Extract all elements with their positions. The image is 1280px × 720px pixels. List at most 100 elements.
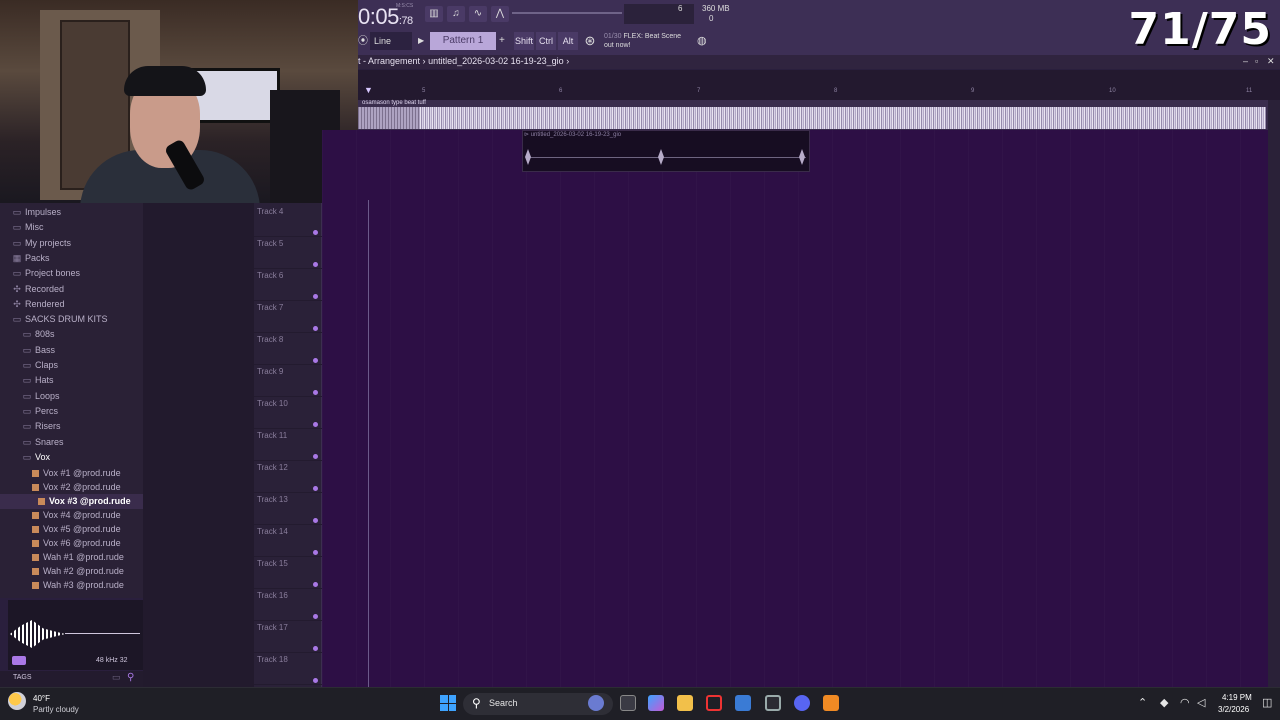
weather-icon[interactable] (8, 692, 26, 710)
browser-file[interactable]: Vox #4 @prod.rude (0, 508, 143, 523)
copilot-app-icon[interactable] (648, 695, 664, 711)
track-mute-dot[interactable] (313, 582, 318, 587)
track-mute-dot[interactable] (313, 518, 318, 523)
browser-item[interactable]: ▦ Packs (0, 251, 143, 266)
minimize-icon[interactable]: – (1243, 56, 1248, 66)
play-pattern-icon[interactable]: ▶ (418, 32, 428, 50)
track-header[interactable]: Track 5 (254, 237, 322, 269)
step-icon[interactable]: ♫ (447, 6, 465, 22)
track-mute-dot[interactable] (313, 390, 318, 395)
track-header[interactable]: Track 16 (254, 589, 322, 621)
tray-chevron-icon[interactable]: ⌃ (1138, 696, 1147, 709)
browser-subfolder[interactable]: ▭ Claps (0, 358, 143, 373)
playhead-marker-icon[interactable]: ▼ (364, 85, 373, 95)
track-mute-dot[interactable] (313, 486, 318, 491)
preview-play-button[interactable] (12, 656, 26, 665)
wifi-icon[interactable]: ◠ (1180, 696, 1190, 709)
track-header[interactable]: Track 15 (254, 557, 322, 589)
discord-icon[interactable] (794, 695, 810, 711)
fl-studio-icon[interactable] (823, 695, 839, 711)
volume-icon[interactable]: ◁ (1197, 696, 1205, 709)
shift-key-button[interactable]: Shift (514, 32, 534, 50)
track-mute-dot[interactable] (313, 678, 318, 683)
browser-item[interactable]: ▭ Impulses (0, 205, 143, 220)
close-icon[interactable]: ✕ (1267, 56, 1275, 67)
browser-subfolder[interactable]: ▭ Snares (0, 435, 143, 450)
alt-key-button[interactable]: Alt (558, 32, 578, 50)
track-header[interactable]: Track 4 (254, 205, 322, 237)
maximize-icon[interactable]: ▫ (1255, 56, 1258, 66)
folder-icon[interactable]: ▭ (112, 672, 121, 683)
track-header[interactable]: Track 11 (254, 429, 322, 461)
browser-file[interactable]: Vox #6 @prod.rude (0, 536, 143, 551)
browser-file[interactable]: Wah #2 @prod.rude (0, 564, 143, 579)
browser-item[interactable]: ▭ SACKS DRUM KITS (0, 312, 143, 327)
add-pattern-button[interactable]: + (499, 32, 509, 50)
news-panel[interactable]: 01/30 FLEX: Beat Scene out now! (604, 32, 704, 50)
track-header[interactable]: Track 12 (254, 461, 322, 493)
track-mute-dot[interactable] (313, 326, 318, 331)
browser-item[interactable]: ▭ My projects (0, 236, 143, 251)
clock-time[interactable]: 4:19 PM (1222, 693, 1252, 702)
track-mute-dot[interactable] (313, 422, 318, 427)
browser-subfolder[interactable]: ▭ Loops (0, 389, 143, 404)
ctrl-key-button[interactable]: Ctrl (536, 32, 556, 50)
browser-subfolder[interactable]: ▭ Risers (0, 419, 143, 434)
track-mute-dot[interactable] (313, 614, 318, 619)
timeline-ruler[interactable] (358, 70, 1280, 100)
pattern-selector[interactable]: Pattern 1 (430, 32, 496, 50)
file-explorer-icon[interactable] (677, 695, 693, 711)
task-view-icon[interactable] (620, 695, 636, 711)
vertical-scrollbar[interactable] (1268, 100, 1280, 687)
track-mute-dot[interactable] (313, 454, 318, 459)
project-name[interactable]: untitled_2026-03-02 16-19-23_gio (428, 56, 564, 66)
track-header[interactable]: Track 7 (254, 301, 322, 333)
browser-file[interactable]: Wah #1 @prod.rude (0, 550, 143, 565)
track-header[interactable]: Track 9 (254, 365, 322, 397)
browser-item[interactable]: ✣ Rendered (0, 297, 143, 312)
track-header[interactable]: Track 18 (254, 653, 322, 685)
track-mute-dot[interactable] (313, 230, 318, 235)
browser-subfolder[interactable]: ▭ Hats (0, 373, 143, 388)
browser-subfolder[interactable]: ▭ 808s (0, 327, 143, 342)
track-header[interactable]: Track 8 (254, 333, 322, 365)
search-icon[interactable]: ⚲ (127, 672, 134, 683)
track-mute-dot[interactable] (313, 294, 318, 299)
track-header[interactable]: Track 6 (254, 269, 322, 301)
track-header[interactable]: Track 10 (254, 397, 322, 429)
windows-start-icon[interactable] (440, 695, 456, 711)
browser-item[interactable]: ▭ Misc (0, 220, 143, 235)
browser-subfolder[interactable]: ▭ Percs (0, 404, 143, 419)
clock-date[interactable]: 3/2/2026 (1218, 705, 1249, 714)
magnet-icon[interactable]: ⦿ (358, 32, 368, 50)
track-header[interactable]: Track 17 (254, 621, 322, 653)
wave-icon[interactable]: ∿ (469, 6, 487, 22)
weather-temperature[interactable]: 40°F (33, 694, 50, 703)
news-icon[interactable]: ⊛ (582, 32, 598, 50)
notification-icon[interactable]: ◫ (1262, 696, 1272, 709)
browser-item[interactable]: ✣ Recorded (0, 282, 143, 297)
copilot-icon[interactable] (588, 695, 604, 711)
metronome-icon[interactable]: ⋀ (491, 6, 509, 22)
store-icon[interactable] (735, 695, 751, 711)
browser-file[interactable]: Vox #5 @prod.rude (0, 522, 143, 537)
track-mute-dot[interactable] (313, 262, 318, 267)
tempo-slider[interactable] (512, 12, 622, 14)
browser-subfolder[interactable]: ▭ Vox (0, 450, 143, 465)
browser-file[interactable]: Vox #3 @prod.rude (0, 494, 143, 509)
track-header[interactable]: Track 13 (254, 493, 322, 525)
track-mute-dot[interactable] (313, 646, 318, 651)
browser-item[interactable]: ▭ Project bones (0, 266, 143, 281)
opera-icon[interactable] (706, 695, 722, 711)
track-mute-dot[interactable] (313, 550, 318, 555)
app-icon[interactable] (765, 695, 781, 711)
browser-file[interactable]: Vox #2 @prod.rude (0, 480, 143, 495)
browser-file[interactable]: Wah #3 @prod.rude (0, 578, 143, 593)
browser-file[interactable]: Vox #1 @prod.rude (0, 466, 143, 481)
weather-description[interactable]: Partly cloudy (33, 705, 79, 714)
browser-subfolder[interactable]: ▭ Bass (0, 343, 143, 358)
snap-select[interactable]: Line (370, 32, 412, 50)
piano-icon[interactable]: ▥ (425, 6, 443, 22)
tray-app-icon[interactable]: ◆ (1160, 696, 1168, 709)
globe-icon[interactable]: ◍ (697, 32, 711, 50)
